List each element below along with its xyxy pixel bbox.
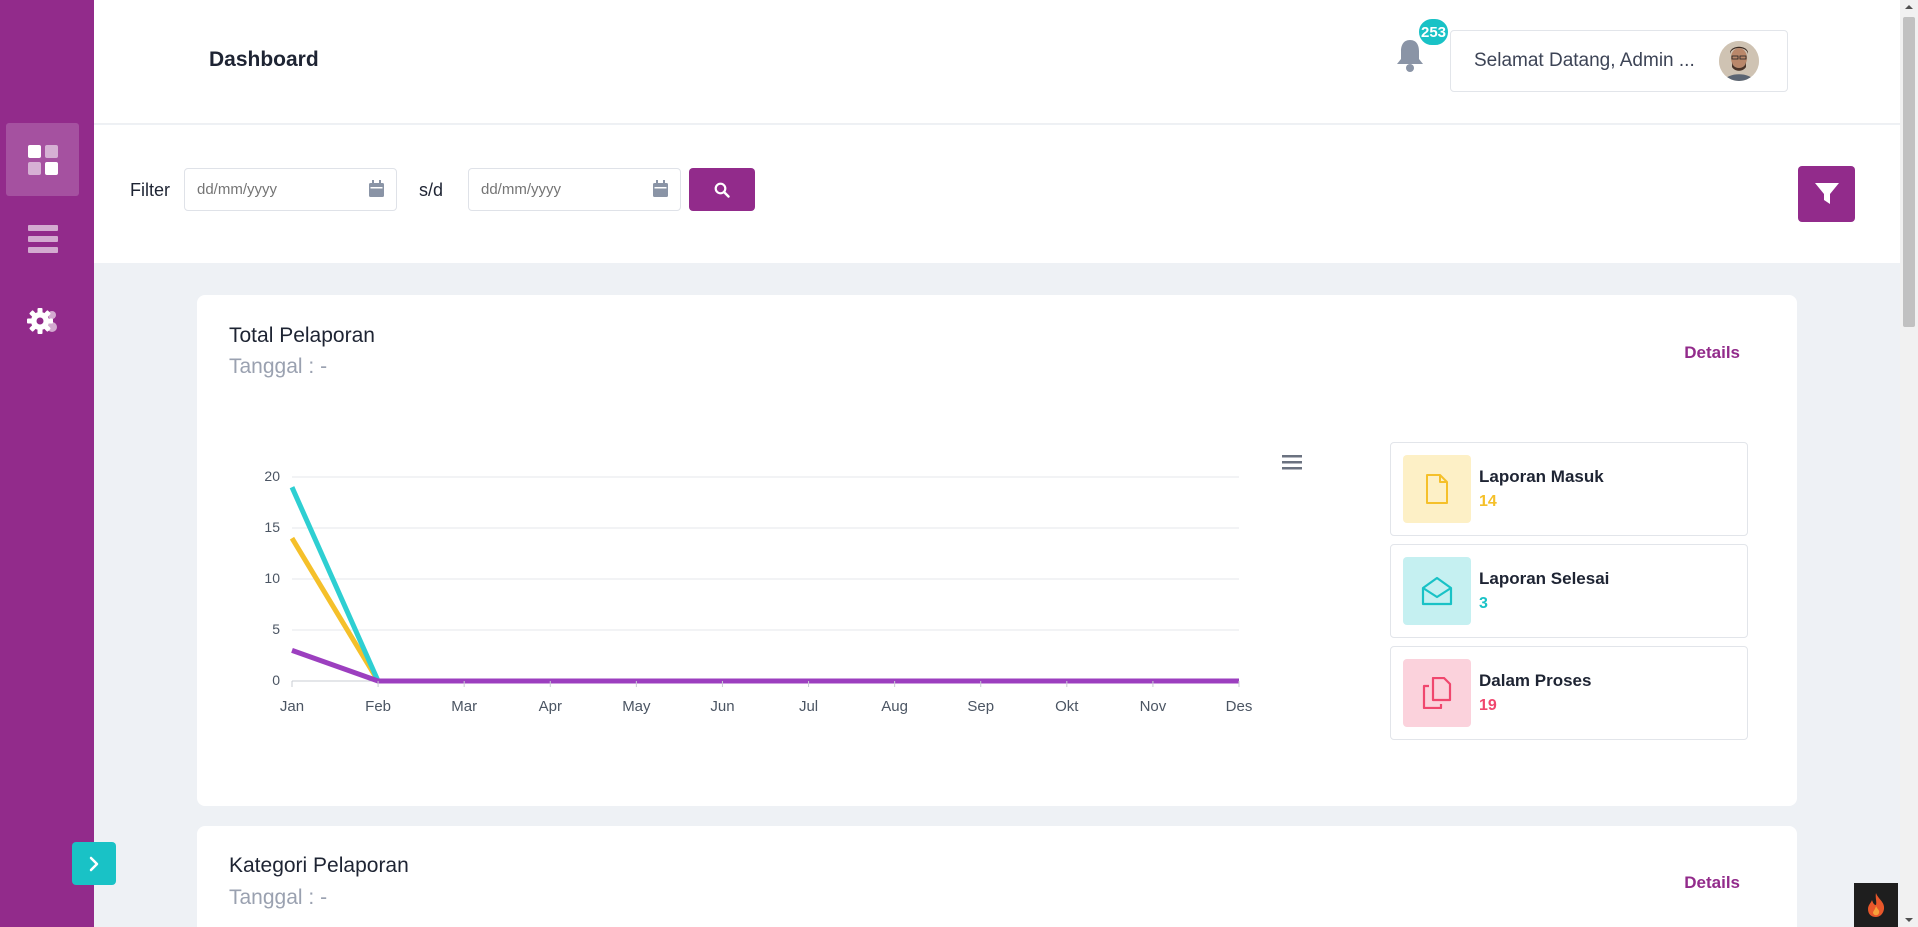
details-link[interactable]: Details	[1684, 343, 1740, 363]
x-tick-label: Mar	[451, 698, 477, 715]
calendar-icon[interactable]	[369, 180, 384, 197]
kategori-pelaporan-card: Kategori Pelaporan Tanggal : - Details	[197, 826, 1797, 927]
x-tick-label: Okt	[1055, 698, 1079, 715]
filter-toggle-button[interactable]	[1798, 166, 1855, 222]
avatar-image	[1719, 41, 1759, 81]
y-tick-label: 0	[272, 672, 280, 688]
card-title: Total Pelaporan	[229, 324, 375, 347]
list-icon	[27, 224, 58, 253]
calendar-icon[interactable]	[653, 180, 668, 197]
y-tick-label: 10	[264, 570, 280, 586]
debug-toolbar-button[interactable]	[1854, 883, 1898, 927]
y-tick-label: 20	[264, 468, 280, 484]
x-tick-label: Jul	[799, 698, 818, 715]
sidebar	[0, 0, 94, 927]
x-tick-label: Jan	[280, 698, 304, 715]
x-tick-label: May	[622, 698, 651, 715]
x-tick-label: Des	[1226, 698, 1253, 715]
chart-series-line-3[interactable]	[291, 648, 1239, 684]
stat-card-laporan-selesai[interactable]: Laporan Selesai 3	[1390, 544, 1748, 638]
stat-label: Laporan Masuk	[1479, 467, 1604, 486]
page-title: Dashboard	[209, 48, 319, 71]
page-scrollbar[interactable]	[1900, 0, 1918, 927]
card-date: Tanggal : -	[229, 886, 328, 909]
end-date-input[interactable]	[468, 168, 681, 211]
x-tick-label: Sep	[967, 698, 994, 715]
sidebar-item-list[interactable]	[6, 202, 79, 275]
top-header: Dashboard 253 Selamat Datang, Admin ...	[94, 0, 1900, 124]
stat-label: Dalam Proses	[1479, 671, 1592, 690]
stat-value: 3	[1479, 595, 1488, 612]
gear-icon	[26, 307, 57, 334]
scroll-thumb[interactable]	[1903, 17, 1915, 327]
x-tick-label: Feb	[365, 698, 391, 715]
details-link[interactable]: Details	[1684, 873, 1740, 893]
stat-card-laporan-masuk[interactable]: Laporan Masuk 14	[1390, 442, 1748, 536]
sidebar-expand-button[interactable]	[72, 842, 116, 885]
welcome-text: Selamat Datang, Admin ...	[1474, 50, 1695, 71]
dashboard-icon	[27, 144, 58, 175]
x-tick-label: Jun	[710, 698, 734, 715]
x-tick-label: Nov	[1140, 698, 1167, 715]
sidebar-item-settings[interactable]	[6, 284, 79, 357]
funnel-icon	[1814, 183, 1839, 204]
filter-bar: Filter s/d	[94, 125, 1900, 263]
chevron-right-icon	[89, 856, 99, 871]
y-tick-label: 5	[272, 621, 280, 637]
card-date: Tanggal : -	[229, 355, 328, 378]
chart-menu-icon[interactable]	[1282, 455, 1302, 470]
chart-series-line-1[interactable]	[289, 536, 1239, 684]
date-range-separator: s/d	[419, 180, 444, 200]
search-button[interactable]	[689, 168, 755, 211]
scroll-up-icon[interactable]	[1900, 0, 1918, 14]
stat-icon-box	[1403, 659, 1471, 727]
x-tick-label: Aug	[881, 698, 908, 715]
bell-icon[interactable]	[1394, 38, 1426, 74]
line-chart: 0 5 10 15 20 Jan Feb Mar Apr May Jun Jul Aug Sep Okt N…	[264, 455, 1302, 715]
stat-value: 14	[1479, 493, 1497, 510]
y-tick-label: 15	[264, 519, 280, 535]
filter-label: Filter	[130, 180, 170, 200]
stat-value: 19	[1479, 697, 1497, 714]
x-tick-label: Apr	[539, 698, 562, 715]
stat-icon-box	[1403, 557, 1471, 625]
total-pelaporan-card: Total Pelaporan Tanggal : - Details 0 5 10…	[197, 295, 1797, 806]
stat-card-dalam-proses[interactable]: Dalam Proses 19	[1390, 646, 1748, 740]
stat-label: Laporan Selesai	[1479, 569, 1610, 588]
sidebar-item-dashboard[interactable]	[6, 123, 79, 196]
notification-badge: 253	[1417, 17, 1451, 47]
copy-icon	[1422, 677, 1452, 709]
chart-series-line-2[interactable]	[289, 486, 1239, 684]
stat-icon-box	[1403, 455, 1471, 523]
card-title: Kategori Pelaporan	[229, 854, 409, 877]
user-menu[interactable]: Selamat Datang, Admin ...	[1450, 30, 1788, 92]
avatar[interactable]	[1719, 41, 1759, 81]
scroll-down-icon[interactable]	[1900, 913, 1918, 927]
file-icon	[1426, 474, 1448, 504]
start-date-input[interactable]	[184, 168, 397, 211]
search-icon	[714, 182, 730, 198]
envelope-open-icon	[1421, 576, 1453, 606]
flame-icon	[1868, 893, 1885, 917]
